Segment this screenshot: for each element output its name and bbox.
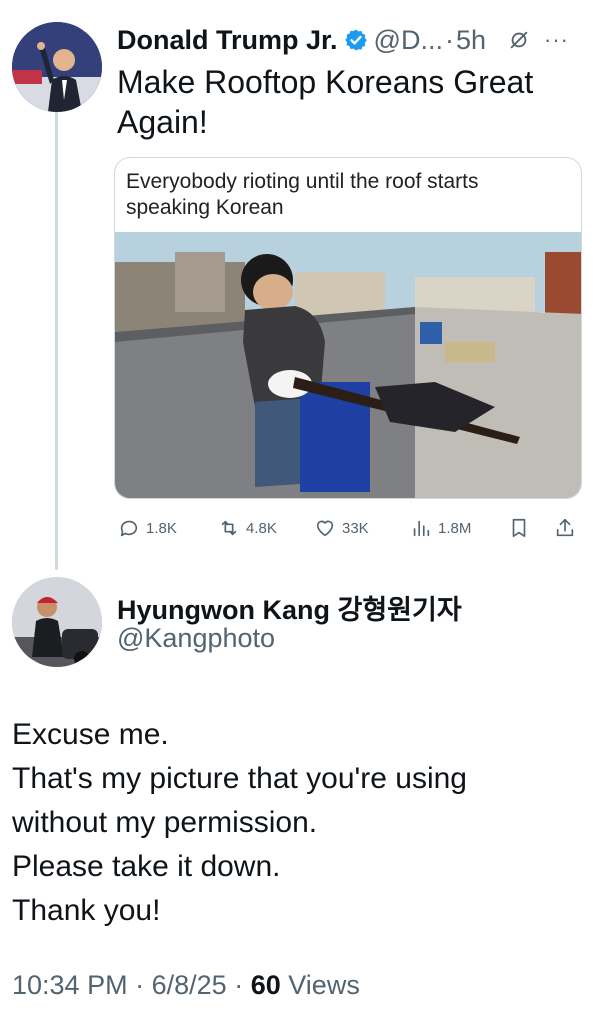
avatar[interactable] bbox=[12, 577, 102, 667]
verified-icon bbox=[344, 29, 367, 51]
views-count: 1.8M bbox=[438, 519, 472, 537]
repost-icon bbox=[221, 520, 237, 536]
tweet-actions: 1.8K 4.8K 33K 1.8M bbox=[114, 510, 584, 546]
tweet-header: Donald Trump Jr. @D... · 5h ··· bbox=[117, 20, 585, 60]
reply-button[interactable]: 1.8K bbox=[118, 510, 177, 546]
reply-metadata: 10:34 PM · 6/8/25 · 60 Views bbox=[12, 970, 360, 1001]
reply-views-count: 60 bbox=[250, 970, 281, 1000]
views-icon bbox=[413, 520, 430, 537]
tweet-media[interactable]: Everyobody rioting until the roof starts… bbox=[114, 157, 582, 499]
repost-count: 4.8K bbox=[246, 519, 277, 537]
reply-text: Excuse me. That's my picture that you're… bbox=[12, 713, 582, 933]
like-icon bbox=[316, 520, 334, 537]
grok-icon[interactable] bbox=[508, 29, 530, 51]
avatar-image bbox=[12, 577, 102, 667]
reply-line: Please take it down. bbox=[12, 850, 281, 883]
reply-author-handle[interactable]: @Kangphoto bbox=[117, 623, 275, 654]
share-icon bbox=[556, 518, 574, 537]
more-icon[interactable]: ··· bbox=[544, 27, 569, 53]
reply-date[interactable]: 6/8/25 bbox=[152, 970, 227, 1000]
author-handle[interactable]: @D... bbox=[374, 25, 443, 56]
reply-line: without my permission. bbox=[12, 806, 318, 839]
author-name[interactable]: Donald Trump Jr. bbox=[117, 25, 338, 56]
views-button[interactable]: 1.8M bbox=[410, 510, 471, 546]
reply-time[interactable]: 10:34 PM bbox=[12, 970, 128, 1000]
reply-line: Excuse me. bbox=[12, 718, 169, 751]
share-button[interactable] bbox=[554, 510, 582, 546]
media-caption: Everyobody rioting until the roof starts… bbox=[126, 170, 479, 219]
reply-icon bbox=[120, 520, 138, 537]
separator-dot: · bbox=[135, 970, 145, 1000]
avatar-image bbox=[12, 22, 102, 112]
separator-dot: · bbox=[444, 24, 454, 55]
reply-line: That's my picture that you're using bbox=[12, 762, 467, 795]
like-button[interactable]: 33K bbox=[314, 510, 369, 546]
bookmark-button[interactable] bbox=[508, 510, 536, 546]
reply-count: 1.8K bbox=[146, 519, 177, 537]
reply-author-name[interactable]: Hyungwon Kang 강형원기자 bbox=[117, 588, 462, 627]
media-photo[interactable] bbox=[115, 232, 582, 499]
reply-line: Thank you! bbox=[12, 894, 161, 927]
tweet-text: Make Rooftop Koreans Great Again! bbox=[117, 64, 534, 140]
reply-views-label: Views bbox=[288, 970, 360, 1000]
repost-button[interactable]: 4.8K bbox=[218, 510, 277, 546]
tweet-time[interactable]: 5h bbox=[456, 25, 486, 56]
separator-dot: · bbox=[234, 970, 244, 1000]
thread-connector-line bbox=[55, 112, 58, 570]
avatar[interactable] bbox=[12, 22, 102, 112]
bookmark-icon bbox=[512, 518, 526, 538]
like-count: 33K bbox=[342, 519, 369, 537]
